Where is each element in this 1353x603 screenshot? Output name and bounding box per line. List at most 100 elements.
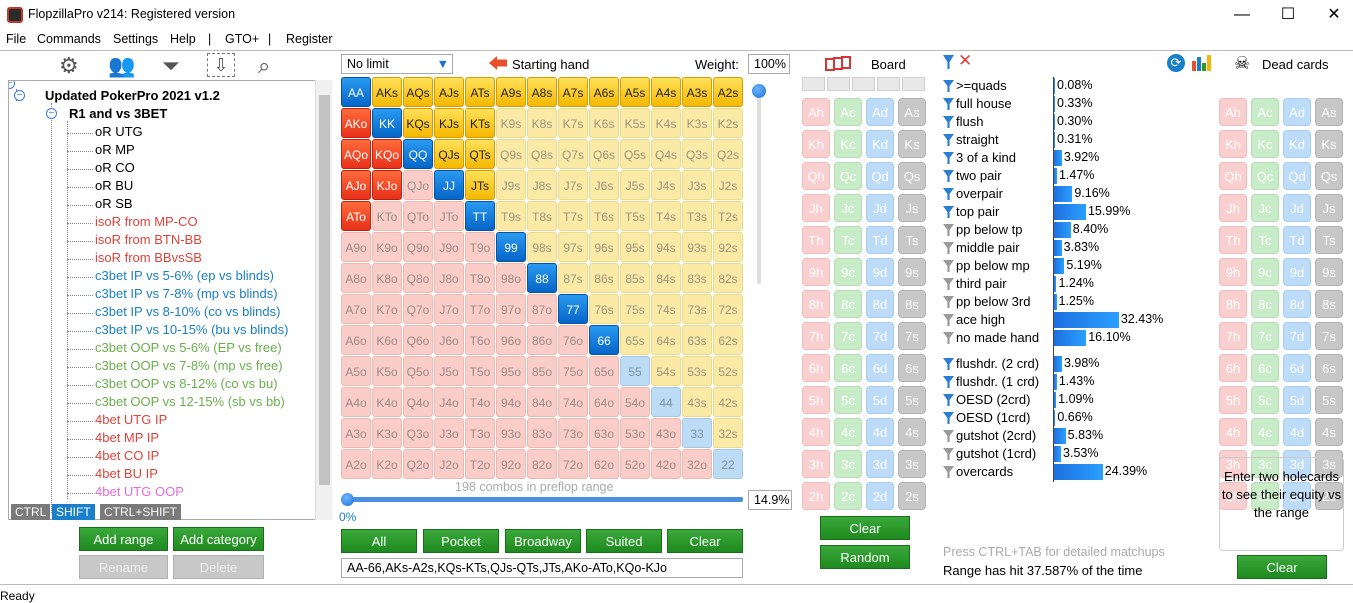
menu-register[interactable]: Register (286, 32, 333, 46)
hand-cell-Q2o[interactable]: Q2o (403, 449, 433, 479)
board-card-Kd[interactable]: Kd (866, 130, 894, 158)
game-type-select[interactable]: No limit ▼ (341, 54, 453, 74)
hand-cell-65o[interactable]: 65o (589, 356, 619, 386)
dead-card-9h[interactable]: 9h (1219, 258, 1247, 286)
hand-cell-Q3s[interactable]: Q3s (682, 139, 712, 169)
hand-cell-A6s[interactable]: A6s (589, 77, 619, 107)
board-card-Ad[interactable]: Ad (866, 98, 894, 126)
stat-row[interactable]: gutshot (2crd) 5.83% (943, 427, 1193, 445)
hand-cell-52o[interactable]: 52o (620, 449, 650, 479)
board-card-6d[interactable]: 6d (866, 354, 894, 382)
hand-cell-A6o[interactable]: A6o (341, 325, 371, 355)
hand-cell-98o[interactable]: 98o (496, 263, 526, 293)
board-card-2s[interactable]: 2s (898, 482, 926, 510)
board-card-Tc[interactable]: Tc (834, 226, 862, 254)
dead-card-9c[interactable]: 9c (1251, 258, 1279, 286)
dead-card-Td[interactable]: Td (1283, 226, 1311, 254)
add-range-button[interactable]: Add range (79, 527, 168, 551)
hand-cell-KQs[interactable]: KQs (403, 108, 433, 138)
hand-cell-A3s[interactable]: A3s (682, 77, 712, 107)
filter-plus-icon[interactable]: ⏷ (162, 53, 180, 79)
hand-cell-32o[interactable]: 32o (682, 449, 712, 479)
dead-card-Kh[interactable]: Kh (1219, 130, 1247, 158)
hand-cell-KQo[interactable]: KQo (372, 139, 402, 169)
filter-icon[interactable] (943, 242, 954, 254)
dead-card-8d[interactable]: 8d (1283, 290, 1311, 318)
hand-cell-QQ[interactable]: QQ (403, 139, 433, 169)
gear-icon[interactable]: ⚙ (59, 53, 79, 79)
board-card-5h[interactable]: 5h (802, 386, 830, 414)
hand-cell-84s[interactable]: 84s (651, 263, 681, 293)
hand-cell-K7o[interactable]: K7o (372, 294, 402, 324)
filter-icon[interactable] (943, 412, 954, 424)
dead-card-6h[interactable]: 6h (1219, 354, 1247, 382)
hand-cell-74o[interactable]: 74o (558, 387, 588, 417)
hand-cell-T5s[interactable]: T5s (620, 201, 650, 231)
hand-cell-52s[interactable]: 52s (713, 356, 743, 386)
hand-cell-J9s[interactable]: J9s (496, 170, 526, 200)
board-slot[interactable] (852, 77, 875, 91)
hand-cell-54s[interactable]: 54s (651, 356, 681, 386)
collapse-icon[interactable]: − (9, 81, 15, 89)
dead-card-Ac[interactable]: Ac (1251, 98, 1279, 126)
hand-cell-A8o[interactable]: A8o (341, 263, 371, 293)
board-card-9s[interactable]: 9s (898, 258, 926, 286)
hand-cell-A7s[interactable]: A7s (558, 77, 588, 107)
filter-icon[interactable] (943, 55, 954, 69)
board-card-7s[interactable]: 7s (898, 322, 926, 350)
board-card-Qd[interactable]: Qd (866, 162, 894, 190)
percent-input[interactable]: 14.9% (748, 490, 792, 510)
filter-icon[interactable] (943, 466, 954, 478)
tree-item[interactable]: 4bet UTG OOP (95, 484, 184, 499)
hand-cell-J7o[interactable]: J7o (434, 294, 464, 324)
hand-cell-42s[interactable]: 42s (713, 387, 743, 417)
board-card-2h[interactable]: 2h (802, 482, 830, 510)
hand-cell-A2o[interactable]: A2o (341, 449, 371, 479)
hand-cell-T3s[interactable]: T3s (682, 201, 712, 231)
hand-cell-Q3o[interactable]: Q3o (403, 418, 433, 448)
filter-icon[interactable] (943, 260, 954, 272)
hand-cell-55[interactable]: 55 (620, 356, 650, 386)
board-card-4h[interactable]: 4h (802, 418, 830, 446)
stat-row[interactable]: pp below tp 8.40% (943, 221, 1193, 239)
modifier-ctrl-shift[interactable]: CTRL+SHIFT (100, 504, 182, 520)
hand-cell-AJo[interactable]: AJo (341, 170, 371, 200)
hand-cell-J2o[interactable]: J2o (434, 449, 464, 479)
board-card-5d[interactable]: 5d (866, 386, 894, 414)
hand-cell-K5s[interactable]: K5s (620, 108, 650, 138)
filter-icon[interactable] (943, 116, 954, 128)
hand-cell-T4o[interactable]: T4o (465, 387, 495, 417)
hand-cell-Q5o[interactable]: Q5o (403, 356, 433, 386)
delete-button[interactable]: Delete (173, 555, 264, 579)
hand-cell-Q9o[interactable]: Q9o (403, 232, 433, 262)
board-card-8h[interactable]: 8h (802, 290, 830, 318)
hand-cell-66[interactable]: 66 (589, 325, 619, 355)
menu-file[interactable]: File (6, 32, 26, 46)
hand-cell-ATs[interactable]: ATs (465, 77, 495, 107)
hand-cell-62s[interactable]: 62s (713, 325, 743, 355)
suited-button[interactable]: Suited (586, 529, 662, 553)
hand-cell-93o[interactable]: 93o (496, 418, 526, 448)
hand-cell-T2s[interactable]: T2s (713, 201, 743, 231)
users-icon[interactable]: 👥 (108, 53, 135, 79)
dead-card-As[interactable]: As (1315, 98, 1343, 126)
hand-cell-53o[interactable]: 53o (620, 418, 650, 448)
hand-cell-K2s[interactable]: K2s (713, 108, 743, 138)
hand-cell-75o[interactable]: 75o (558, 356, 588, 386)
filter-icon[interactable] (943, 170, 954, 182)
dead-card-Js[interactable]: Js (1315, 194, 1343, 222)
hand-cell-82o[interactable]: 82o (527, 449, 557, 479)
board-card-Th[interactable]: Th (802, 226, 830, 254)
hand-cell-95s[interactable]: 95s (620, 232, 650, 262)
hand-cell-J8s[interactable]: J8s (527, 170, 557, 200)
stat-row[interactable]: OESD (1crd) 0.66% (943, 409, 1193, 427)
board-card-3c[interactable]: 3c (834, 450, 862, 478)
hand-cell-A7o[interactable]: A7o (341, 294, 371, 324)
hand-cell-43o[interactable]: 43o (651, 418, 681, 448)
hand-cell-76o[interactable]: 76o (558, 325, 588, 355)
hand-cell-JJ[interactable]: JJ (434, 170, 464, 200)
hand-cell-K4o[interactable]: K4o (372, 387, 402, 417)
tree-item[interactable]: c3bet OOP vs 8-12% (co vs bu) (95, 376, 278, 391)
dead-card-4c[interactable]: 4c (1251, 418, 1279, 446)
board-card-5c[interactable]: 5c (834, 386, 862, 414)
